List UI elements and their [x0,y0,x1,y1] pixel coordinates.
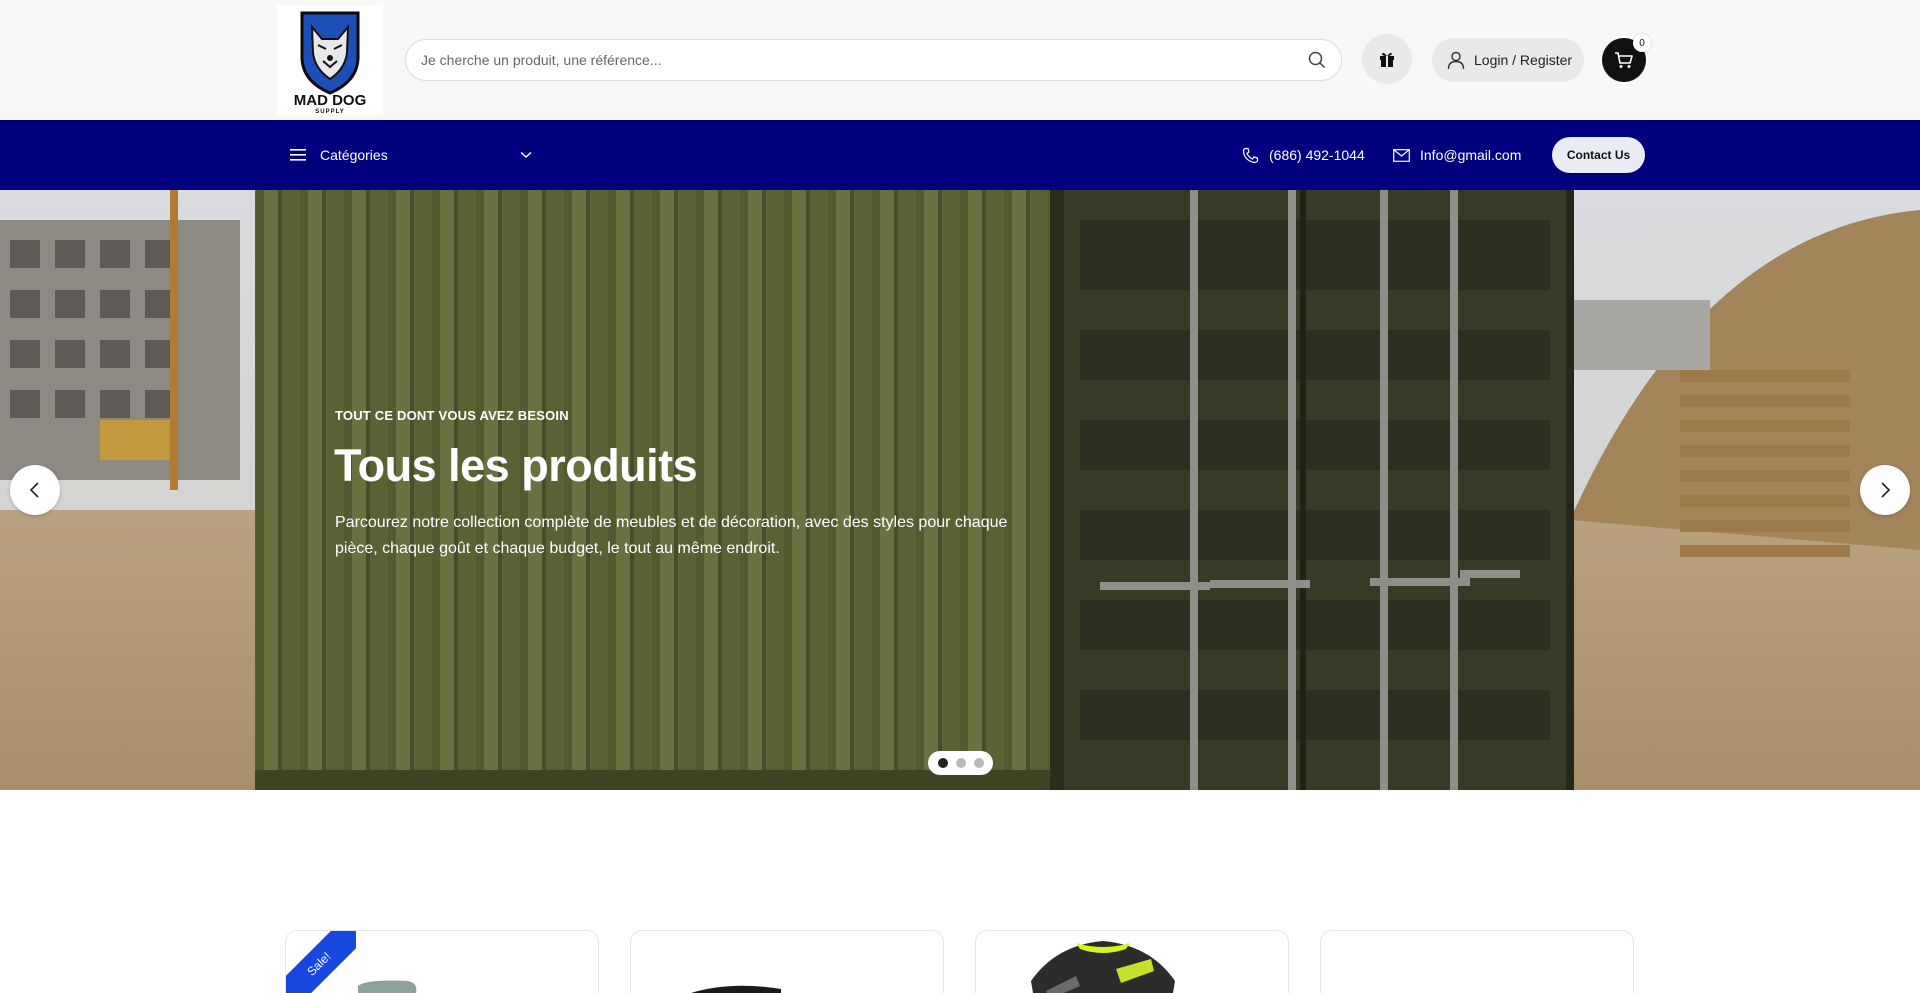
phone-icon [1242,147,1259,163]
site-header: MAD DOG SUPPLY Login / Register 0 [0,0,1920,120]
gift-button[interactable] [1362,34,1412,84]
sale-badge: Sale! [286,931,356,993]
slider-prev-button[interactable] [10,465,60,515]
product-card[interactable] [630,930,944,993]
brand-logo[interactable]: MAD DOG SUPPLY [277,5,383,115]
menu-icon [290,149,306,161]
dog-shield-logo-icon: MAD DOG SUPPLY [294,11,367,115]
hero-slider: TOUT CE DONT VOUS AVEZ BESOIN Tous les p… [0,190,1920,790]
categories-dropdown[interactable]: Catégories [290,120,532,190]
cart-count-badge: 0 [1633,34,1651,52]
phone-number: (686) 492-1044 [1269,147,1365,163]
slider-next-button[interactable] [1860,465,1910,515]
chevron-down-icon [520,151,532,158]
slider-pagination [928,751,993,775]
slider-dot[interactable] [973,758,984,768]
categories-label: Catégories [320,147,388,163]
user-icon [1447,51,1465,70]
cart-icon [1615,52,1633,68]
svg-text:SUPPLY: SUPPLY [315,109,344,115]
phone-link[interactable]: (686) 492-1044 [1242,120,1365,190]
hero-title: Tous les produits [334,440,698,491]
chevron-right-icon [1881,482,1891,498]
login-register-button[interactable]: Login / Register [1432,38,1584,82]
product-card[interactable] [1320,930,1634,993]
hero-eyebrow: TOUT CE DONT VOUS AVEZ BESOIN [335,408,569,423]
hero-background-image [0,190,1920,790]
email-address: Info@gmail.com [1420,147,1522,163]
search-input[interactable] [421,52,1307,68]
search-bar [405,39,1342,81]
mail-icon [1393,148,1410,162]
product-card[interactable] [975,930,1289,993]
sale-badge-label: Sale! [286,931,356,993]
slider-dot[interactable] [937,758,948,768]
product-card[interactable]: Sale! [285,930,599,993]
gift-icon [1380,52,1394,67]
chevron-left-icon [29,482,39,498]
svg-text:MAD DOG: MAD DOG [294,92,367,109]
login-label: Login / Register [1474,52,1573,68]
product-image [1031,941,1175,993]
search-icon[interactable] [1307,50,1327,70]
contact-us-button[interactable]: Contact Us [1552,137,1645,173]
email-link[interactable]: Info@gmail.com [1393,120,1521,190]
main-navbar: Catégories (686) 492-1044 Info@gmail.com… [0,120,1920,190]
slider-dot[interactable] [955,758,966,768]
hero-description: Parcourez notre collection complète de m… [335,514,1008,557]
product-image [691,985,781,993]
